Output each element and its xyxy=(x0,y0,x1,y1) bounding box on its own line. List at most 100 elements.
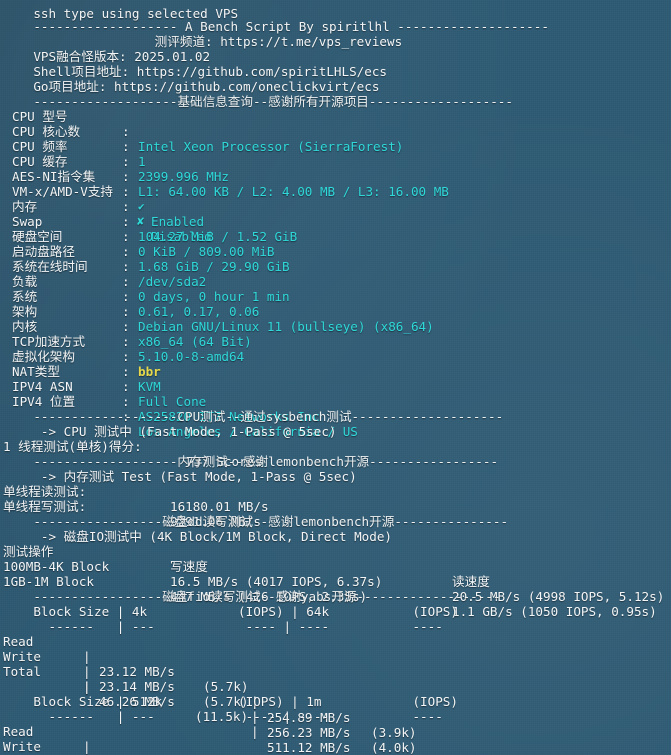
disk-dd-progress-text: -> 磁盘IO测试中 (4K Block/1M Block, Direct Mo… xyxy=(33,529,393,545)
table-row: AES-NI指令集 : ✔ Enabled xyxy=(0,154,204,229)
fio-block1-blank-row: | | xyxy=(0,664,259,709)
section-header-basic-info: -------------------基础信息查询--感谢所有开源项目-----… xyxy=(3,79,513,109)
table-row: Total | 1.30 GB/s (2.5k) | 1.45 GB/s (1.… xyxy=(0,739,41,755)
script-title-line: ------------------- A Bench Script By sp… xyxy=(3,4,549,34)
row-colon: : xyxy=(122,349,130,365)
row-colon: : xyxy=(122,379,130,395)
fio-block1-divider-row: ------ | --- ---- | ---- ---- xyxy=(3,604,443,634)
fio-pipe: | xyxy=(251,724,259,740)
cross-icon: ✘ xyxy=(137,214,145,229)
row-value: 0 days, 0 hour 1 min xyxy=(138,289,290,305)
table-row: Total | 46.26 MB/s (11.5k) | 511.12 MB/s… xyxy=(0,649,417,755)
table-row: 启动盘路径 : /dev/sda2 xyxy=(0,229,206,289)
row-colon: : xyxy=(122,319,130,335)
row-value: 2399.996 MHz xyxy=(138,169,229,185)
row-colon: : xyxy=(122,154,130,170)
table-row: 100MB-4K Block 16.5 MB/s (4017 IOPS, 6.3… xyxy=(0,544,664,604)
table-row: Write | 23.14 MB/s (5.7k) | 256.23 MB/s … xyxy=(0,634,417,755)
row-value: 1.68 GiB / 29.90 GiB xyxy=(138,259,290,275)
table-row: 硬盘空间 : 1.68 GiB / 29.90 GiB xyxy=(0,214,290,274)
fio-row-c2-iops: (3.9k) xyxy=(371,724,417,740)
row-value: Intel Xeon Processor (SierraForest) xyxy=(138,139,404,155)
row-colon: : xyxy=(122,334,130,350)
table-row: NAT类型 : Full Cone xyxy=(0,349,206,409)
shell-repo-line[interactable]: Shell项目地址: https://github.com/spiritLHLS… xyxy=(3,49,387,79)
channel-line: 测评频道: https://t.me/vps_reviews xyxy=(3,19,403,49)
row-colon: : xyxy=(122,259,130,275)
table-row: 系统在线时间 : 0 days, 0 hour 1 min xyxy=(0,244,290,304)
row-value: 0.61, 0.17, 0.06 xyxy=(138,304,260,320)
table-row: 内核 : 5.10.0-8-amd64 xyxy=(0,304,244,364)
disk-dd-header-row: 测试操作 写速度 读速度 xyxy=(0,529,490,589)
section-header-disk-fio-test: -----------------磁盘fio读写测试--感谢yabs开源----… xyxy=(3,574,500,604)
fio-row-c2: 256.23 MB/s xyxy=(267,724,351,740)
check-icon: ✔ xyxy=(138,200,145,214)
memory-test-progress-text: -> 内存测试 Test (Fast Mode, 1-Pass @ 5sec) xyxy=(33,469,357,485)
row-value: 1 xyxy=(138,154,146,170)
fio-row-c2-iops: (4.0k) xyxy=(371,739,417,755)
row-colon: : xyxy=(122,289,130,305)
disk-dd-progress-line: -> 磁盘IO测试中 (4K Block/1M Block, Direct Mo… xyxy=(3,514,392,544)
table-row: Read | 23.12 MB/s (5.7k) | 254.89 MB/s (… xyxy=(0,619,417,740)
row-colon: : xyxy=(122,199,130,215)
row-value: Enabled xyxy=(151,214,205,230)
table-row: 负载 : 0.61, 0.17, 0.06 xyxy=(0,259,259,319)
version-line: VPS融合怪版本: 2025.01.02 xyxy=(3,34,210,64)
row-value: 0 KiB / 809.00 MiB xyxy=(138,244,275,260)
fio-block1-divider-text: ------ | --- ---- | ---- ---- xyxy=(33,619,443,635)
table-row: TCP加速方式 : bbr xyxy=(0,319,161,379)
fio-block1-header-row: Block Size | 4k (IOPS) | 64k (IOPS) xyxy=(3,589,458,619)
table-row: Write | 667.72 MB/s (1.3k) | 749.30 MB/s… xyxy=(0,724,91,755)
table-row: Read | 634.04 MB/s (1.2k) | 702.51 MB/s … xyxy=(0,709,182,755)
table-row: CPU 频率 : 2399.996 MHz xyxy=(0,124,229,184)
row-colon: : xyxy=(122,304,130,320)
row-value: /dev/sda2 xyxy=(138,274,207,290)
table-row: 1GB-1M Block 447 MB/s (426 IOPS, 2.35s) … xyxy=(0,559,657,619)
table-row: IPV4 ASN : AS25820 IT7 Networks Inc xyxy=(0,364,320,424)
row-value: 5.10.0-8-amd64 xyxy=(138,349,245,365)
go-repo-line[interactable]: Go项目地址: https://github.com/oneclickvirt/… xyxy=(3,64,379,94)
section-header-disk-dd-test: -----------------磁盘dd读写测试--感谢lemonbench开… xyxy=(3,499,508,529)
row-value: x86_64 (64 Bit) xyxy=(138,334,252,350)
memory-read-row: 单线程读测试: 16180.01 MB/s xyxy=(0,469,269,514)
fio-pipe: | xyxy=(83,739,91,755)
table-row: 架构 : x86_64 (64 Bit) xyxy=(0,289,252,349)
row-colon: : xyxy=(122,184,130,200)
table-row: 系统 : Debian GNU/Linux 11 (bullseye) (x86… xyxy=(0,274,434,334)
dd-row-read: 1.1 GB/s (1050 IOPS, 0.95s) xyxy=(452,604,657,620)
table-row: Swap : 0 KiB / 809.00 MiB xyxy=(0,199,274,259)
fio-block2-divider-row: ------ | --- ---- | ---- ---- xyxy=(3,694,443,724)
row-colon: : xyxy=(122,274,130,290)
fio-row-c1: 23.12 MB/s xyxy=(99,664,175,680)
row-colon: : xyxy=(122,364,130,380)
row-value: KVM xyxy=(138,379,161,395)
memory-test-progress-line: -> 内存测试 Test (Fast Mode, 1-Pass @ 5sec) xyxy=(3,454,357,484)
fio-block2-divider-text: ------ | --- ---- | ---- ---- xyxy=(33,709,443,725)
table-row: CPU 缓存 : L1: 64.00 KB / L2: 4.00 MB / L3… xyxy=(0,139,449,199)
row-colon: : xyxy=(122,169,130,185)
table-row: CPU 型号 : Intel Xeon Processor (SierraFor… xyxy=(0,94,403,154)
memory-write-row: 单线程写测试: 9291.06 MB/s xyxy=(0,484,261,529)
section-header-cpu-test: -------------------CPU测试--通过sysbench测试--… xyxy=(3,394,503,424)
row-value: 104.27 MiB / 1.52 GiB xyxy=(138,229,298,245)
table-row: 虚拟化架构 : KVM xyxy=(0,334,161,394)
table-row: IPV4 位置 : Los Angeles / California / US xyxy=(0,379,358,439)
cpu-test-score-row: 1 线程测试(单核)得分: 737 Scores xyxy=(0,424,262,469)
table-row: 内存 : 104.27 MiB / 1.52 GiB xyxy=(0,184,297,244)
row-colon: : xyxy=(122,124,130,140)
fio-pipe: | xyxy=(83,664,91,680)
row-value: L1: 64.00 KB / L2: 4.00 MB / L3: 16.00 M… xyxy=(138,184,449,200)
row-colon: : xyxy=(122,139,130,155)
row-value: bbr xyxy=(138,364,161,380)
cpu-test-progress-text: -> CPU 测试中 (Fast Mode, 1-Pass @ 5sec) xyxy=(33,424,337,440)
row-colon: : xyxy=(122,229,130,245)
fio-row-c2: 511.12 MB/s xyxy=(267,739,351,755)
table-row: VM-x/AMD-V支持 : ✘ Disabled xyxy=(0,169,212,244)
terminal-window: ssh type using selected VPS ------------… xyxy=(0,0,671,755)
dd-col-header-write: 写速度 xyxy=(170,559,208,575)
section-header-basic-info-text: -------------------基础信息查询--感谢所有开源项目-----… xyxy=(33,94,513,110)
fio-pipe: | xyxy=(83,649,91,665)
row-value: Debian GNU/Linux 11 (bullseye) (x86_64) xyxy=(138,319,434,335)
cpu-test-progress-line: -> CPU 测试中 (Fast Mode, 1-Pass @ 5sec) xyxy=(3,409,337,439)
fio-block2-header-row: Block Size | 512k (IOPS) | 1m (IOPS) xyxy=(3,679,458,709)
